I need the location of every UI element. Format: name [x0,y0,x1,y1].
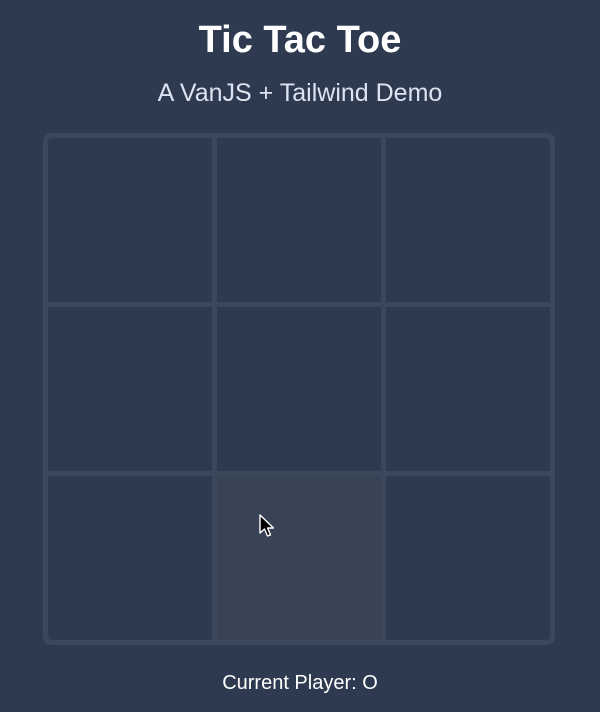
board-cell-1-0[interactable] [48,307,212,471]
board-cell-0-1[interactable] [217,138,381,302]
board-cell-2-2[interactable] [386,476,550,640]
game-board [43,133,555,645]
current-player-status: Current Player: O [222,672,378,694]
page-title: Tic Tac Toe [198,19,402,61]
page-subtitle: A VanJS + Tailwind Demo [157,79,443,107]
board-cell-1-2[interactable] [386,307,550,471]
board-cell-0-0[interactable] [48,138,212,302]
board-cell-0-2[interactable] [386,138,550,302]
board-cell-1-1[interactable] [217,307,381,471]
board-cell-2-0[interactable] [48,476,212,640]
board-cell-2-1[interactable] [217,476,381,640]
